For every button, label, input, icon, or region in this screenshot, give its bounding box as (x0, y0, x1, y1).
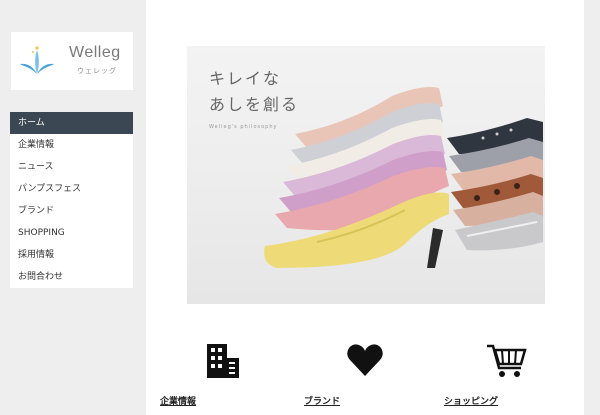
leaf-logo-icon (20, 46, 54, 74)
nav-item-news[interactable]: ニュース (10, 156, 133, 178)
main-content: キレイな あしを創る Welleg's philosophy 企業情報 ブランド… (146, 0, 584, 415)
hero-title-line2: あしを創る (209, 95, 300, 114)
hero-banner: キレイな あしを創る Welleg's philosophy (187, 46, 545, 304)
heart-icon (347, 344, 383, 376)
logo-text: Welleg (69, 44, 121, 61)
logo-subtext: ウェレッグ (77, 67, 117, 75)
building-icon (207, 344, 239, 378)
cart-icon (487, 344, 527, 377)
feature-links: 企業情報 ブランド ショッピング (146, 340, 584, 415)
feature-shopping-label[interactable]: ショッピング (444, 394, 562, 407)
right-gutter (584, 0, 600, 415)
feature-company-label[interactable]: 企業情報 (160, 394, 278, 407)
feature-company[interactable]: 企業情報 (160, 340, 278, 407)
nav-item-recruit[interactable]: 採用情報 (10, 244, 133, 266)
nav-item-contact[interactable]: お問合わせ (10, 266, 133, 288)
hero-title: キレイな あしを創る (209, 66, 299, 118)
logo[interactable]: Welleg ウェレッグ (11, 32, 133, 90)
nav-item-home[interactable]: ホーム (10, 112, 133, 134)
nav-item-company[interactable]: 企業情報 (10, 134, 133, 156)
hero-title-line1: キレイな (209, 69, 282, 88)
feature-brand[interactable]: ブランド (304, 340, 420, 407)
main-nav: ホーム 企業情報 ニュース パンプスフェス ブランド SHOPPING 採用情報… (10, 112, 133, 288)
feature-brand-label[interactable]: ブランド (304, 394, 420, 407)
nav-item-pumps-fes[interactable]: パンプスフェス (10, 178, 133, 200)
sidebar: Welleg ウェレッグ ホーム 企業情報 ニュース パンプスフェス ブランド … (0, 0, 146, 415)
feature-shopping[interactable]: ショッピング (444, 340, 562, 407)
hero-subtitle: Welleg's philosophy (209, 124, 278, 130)
nav-item-brand[interactable]: ブランド (10, 200, 133, 222)
nav-item-shopping[interactable]: SHOPPING (10, 222, 133, 244)
